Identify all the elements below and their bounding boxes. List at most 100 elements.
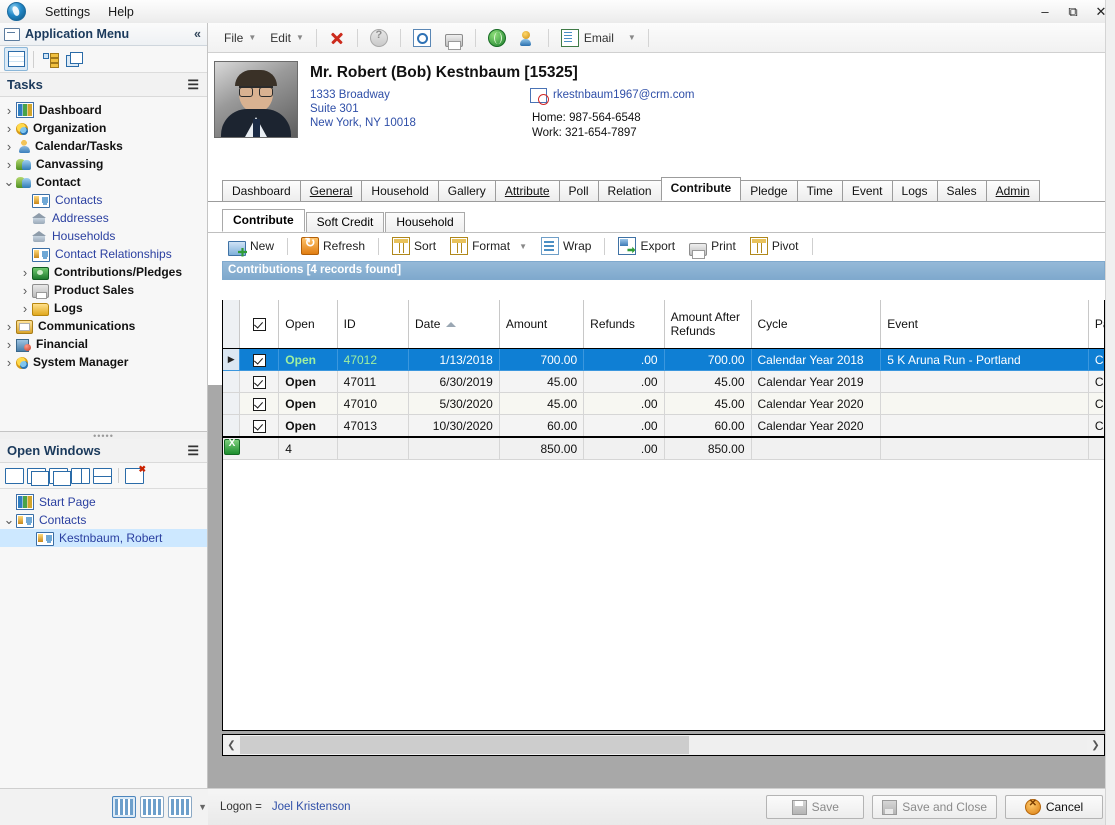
- tab-gallery[interactable]: Gallery: [437, 180, 496, 201]
- table-row[interactable]: Open 47010 5/30/2020 45.00.00 45.00 Calendar …: [223, 392, 1104, 415]
- scroll-right-icon[interactable]: ❯: [1087, 736, 1104, 754]
- format-button[interactable]: Format ▼: [444, 234, 533, 258]
- open-windows-menu-icon[interactable]: ☰: [187, 443, 199, 459]
- web-button[interactable]: [482, 25, 512, 51]
- file-menu-button[interactable]: File ▼: [218, 27, 262, 49]
- logon-user[interactable]: Joel Kristenson: [272, 801, 351, 813]
- column-header-open[interactable]: Open: [278, 300, 338, 349]
- chevron-right-icon[interactable]: ›: [18, 265, 32, 280]
- tab-attribute[interactable]: Attribute: [494, 180, 560, 201]
- export-button[interactable]: Export: [612, 234, 681, 258]
- view-mode-3-icon[interactable]: [168, 796, 193, 818]
- table-row[interactable]: Open 47011 6/30/2019 45.00.00 45.00 Calendar …: [223, 370, 1104, 393]
- tab-admin[interactable]: Admin: [985, 180, 1040, 201]
- email-button[interactable]: Email: [555, 25, 620, 51]
- tab-event[interactable]: Event: [841, 180, 893, 201]
- chevron-right-icon[interactable]: ›: [2, 157, 16, 172]
- save-and-close-button[interactable]: Save and Close: [872, 795, 997, 819]
- chevron-right-icon[interactable]: ›: [2, 103, 16, 118]
- column-header-payment-method[interactable]: Payment Method: [1088, 300, 1104, 349]
- scroll-thumb[interactable]: [240, 736, 689, 754]
- chevron-right-icon[interactable]: ›: [18, 283, 32, 298]
- sidebar-item-contact[interactable]: ⌄ Contact: [0, 173, 207, 191]
- tab-relation[interactable]: Relation: [597, 180, 662, 201]
- edit-menu-button[interactable]: Edit ▼: [264, 27, 310, 49]
- window-right-scrollbar[interactable]: [1105, 0, 1115, 825]
- print-button[interactable]: Print: [683, 236, 742, 259]
- chevron-down-icon[interactable]: ⌄: [2, 513, 16, 526]
- tasks-menu-icon[interactable]: ☰: [187, 77, 199, 93]
- column-header-amount[interactable]: Amount: [499, 300, 585, 349]
- chevron-right-icon[interactable]: ›: [2, 139, 16, 154]
- single-window-icon[interactable]: [5, 467, 24, 484]
- chevron-right-icon[interactable]: ›: [2, 121, 16, 136]
- subtab-household[interactable]: Household: [385, 212, 465, 232]
- column-header-cycle[interactable]: Cycle: [751, 300, 882, 349]
- row-checkbox-cell[interactable]: [239, 414, 280, 438]
- refresh-button[interactable]: Refresh: [295, 234, 371, 258]
- tab-sales[interactable]: Sales: [936, 180, 987, 201]
- checkbox-icon[interactable]: [252, 397, 266, 411]
- table-row[interactable]: Open 47013 10/30/2020 60.00.00 60.00 Calendar…: [223, 414, 1104, 438]
- cell-id[interactable]: 47012: [337, 348, 410, 371]
- checkbox-icon[interactable]: [252, 318, 266, 332]
- menu-settings[interactable]: Settings: [36, 3, 99, 21]
- sidebar-item-organization[interactable]: › Organization: [0, 119, 207, 137]
- sidebar-item-product-sales[interactable]: › Product Sales: [0, 281, 207, 299]
- column-header-refunds[interactable]: Refunds: [583, 300, 665, 349]
- table-row[interactable]: ▶ Open 47012 1/13/2018 700.00.00 700.00 Calend…: [223, 348, 1104, 371]
- contact-address[interactable]: 1333 Broadway Suite 301 New York, NY 100…: [310, 88, 530, 141]
- view-mode-1-icon[interactable]: [112, 796, 137, 818]
- cell-open[interactable]: Open: [278, 392, 338, 415]
- cell-id[interactable]: 47013: [337, 414, 410, 438]
- tab-general[interactable]: General: [299, 180, 363, 201]
- column-header-event[interactable]: Event: [880, 300, 1089, 349]
- sidebar-item-financial[interactable]: › Financial: [0, 335, 207, 353]
- menu-tree-view-icon[interactable]: [39, 48, 61, 70]
- email-dropdown-button[interactable]: ▼: [622, 29, 642, 46]
- sidebar-item-households[interactable]: Households: [0, 227, 207, 245]
- sidebar-item-logs[interactable]: › Logs: [0, 299, 207, 317]
- tab-time[interactable]: Time: [796, 180, 843, 201]
- minimize-icon[interactable]: –: [1031, 1, 1059, 23]
- column-header-amount-after-refunds[interactable]: Amount After Refunds: [664, 300, 752, 349]
- cell-id[interactable]: 47011: [337, 370, 410, 393]
- view-mode-2-icon[interactable]: [140, 796, 165, 818]
- tab-logs[interactable]: Logs: [891, 180, 938, 201]
- user-group-button[interactable]: [514, 26, 542, 50]
- chevron-right-icon[interactable]: ›: [2, 319, 16, 334]
- tile-windows-icon[interactable]: [49, 467, 71, 486]
- scroll-left-icon[interactable]: ❮: [223, 736, 240, 754]
- scroll-track[interactable]: [240, 736, 1087, 754]
- select-all-header[interactable]: [239, 300, 280, 349]
- open-window-item-contacts[interactable]: ⌄ Contacts: [0, 511, 207, 529]
- excel-export-icon[interactable]: [224, 439, 240, 455]
- open-window-item-kestnbaum-robert[interactable]: Kestnbaum, Robert: [0, 529, 207, 547]
- close-window-icon[interactable]: [125, 464, 146, 484]
- tab-poll[interactable]: Poll: [558, 180, 599, 201]
- sidebar-item-system-manager[interactable]: › System Manager: [0, 353, 207, 371]
- sort-button[interactable]: Sort: [386, 234, 442, 258]
- overflow-chevron-icon[interactable]: ▼: [198, 802, 207, 812]
- grid-horizontal-scrollbar[interactable]: ❮ ❯: [222, 734, 1105, 756]
- split-vertical-icon[interactable]: [71, 467, 90, 484]
- split-horizontal-icon[interactable]: [93, 467, 112, 484]
- tab-pledge[interactable]: Pledge: [740, 180, 798, 201]
- new-button[interactable]: New: [222, 236, 280, 257]
- delete-button[interactable]: [323, 26, 351, 50]
- cell-open[interactable]: Open: [278, 348, 338, 371]
- menu-list-view-icon[interactable]: [4, 47, 28, 71]
- cell-open[interactable]: Open: [278, 370, 338, 393]
- export-to-excel-button[interactable]: [223, 436, 280, 460]
- chevron-right-icon[interactable]: ›: [2, 355, 16, 370]
- checkbox-icon[interactable]: [252, 375, 266, 389]
- sidebar-item-addresses[interactable]: Addresses: [0, 209, 207, 227]
- cascade-windows-icon[interactable]: [27, 467, 49, 486]
- cancel-button[interactable]: Cancel: [1005, 795, 1103, 819]
- sidebar-item-dashboard[interactable]: › Dashboard: [0, 101, 207, 119]
- column-header-id[interactable]: ID: [337, 300, 410, 349]
- help-button[interactable]: [364, 25, 394, 51]
- column-header-date[interactable]: Date: [408, 300, 500, 349]
- cell-open[interactable]: Open: [278, 414, 338, 438]
- tab-contribute[interactable]: Contribute: [660, 177, 742, 201]
